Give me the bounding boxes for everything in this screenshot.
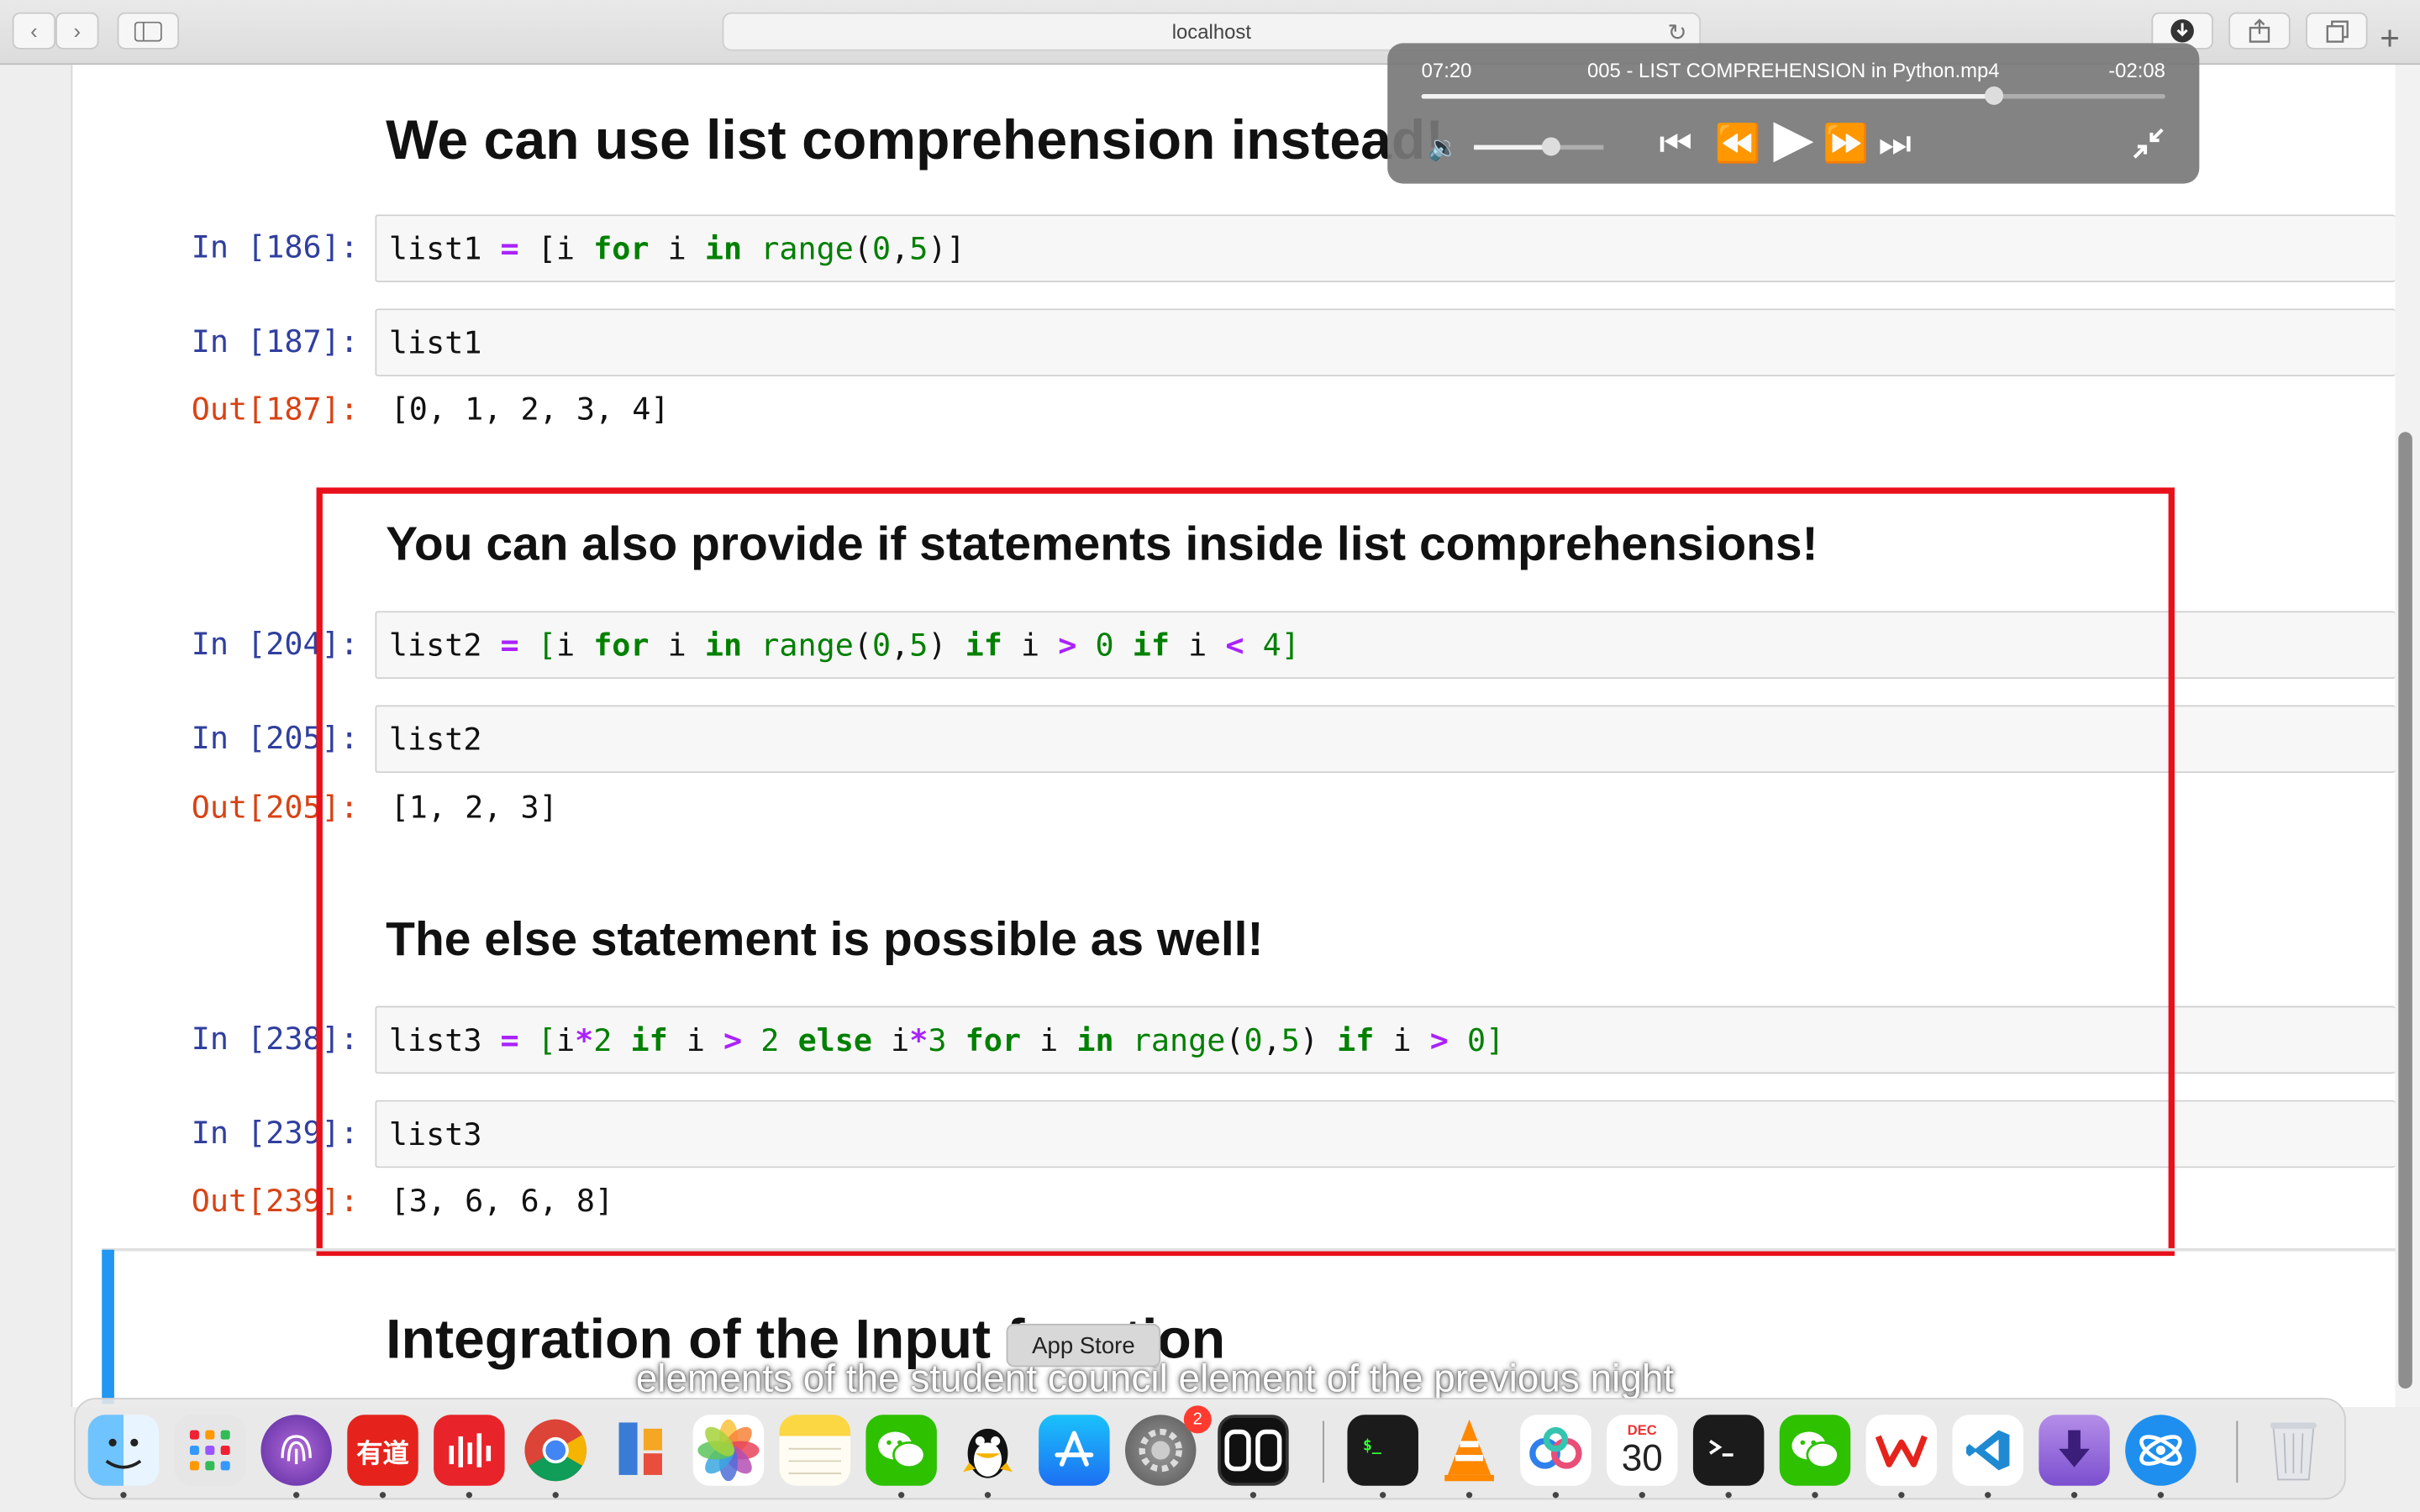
- running-indicator: [1639, 1492, 1645, 1499]
- address-text: localhost: [1171, 19, 1251, 44]
- running-indicator: [1552, 1492, 1560, 1499]
- volume-knob[interactable]: [1542, 137, 1561, 156]
- terminal-icon[interactable]: $_: [1347, 1415, 1418, 1486]
- rewind-icon[interactable]: ⏪: [1715, 120, 1761, 170]
- tabs-button[interactable]: [2306, 12, 2368, 50]
- running-indicator: [2157, 1492, 2165, 1499]
- elapsed-time: 07:20: [1421, 58, 1472, 82]
- scrollbar-thumb[interactable]: [2398, 432, 2412, 1389]
- vlc-icon[interactable]: [1434, 1415, 1504, 1485]
- code-cell-186[interactable]: list1 = [i for i in range(0,5)]: [375, 214, 2396, 283]
- tabs-icon: [2325, 19, 2348, 42]
- skip-back-icon[interactable]: ⏮: [1659, 120, 1692, 170]
- vscode-icon[interactable]: [1952, 1415, 2023, 1486]
- back-button[interactable]: ‹: [12, 12, 56, 50]
- youdao-icon[interactable]: 有道: [347, 1415, 418, 1486]
- dock-separator: [2236, 1420, 2238, 1483]
- dock: 有道 2 $_ DEC 30: [74, 1398, 2346, 1500]
- running-indicator: [897, 1492, 905, 1499]
- running-indicator: [1465, 1492, 1473, 1499]
- volume-icon[interactable]: 🔉: [1428, 133, 1459, 164]
- notes-icon[interactable]: [779, 1415, 851, 1486]
- progress-knob[interactable]: [1985, 86, 2004, 105]
- downloader-icon[interactable]: [2039, 1415, 2110, 1486]
- chevron-right-icon: ›: [73, 18, 82, 44]
- wps-icon[interactable]: [1865, 1415, 1938, 1486]
- progress-fill: [1421, 94, 1995, 99]
- cell-divider: [102, 1247, 2396, 1252]
- notification-badge: 2: [1183, 1405, 1212, 1434]
- dock-tooltip: App Store: [1006, 1323, 1161, 1368]
- running-indicator: [2070, 1492, 2078, 1499]
- calendar-day: 30: [1621, 1436, 1663, 1479]
- running-indicator: [466, 1492, 473, 1499]
- download-icon: [2170, 18, 2194, 43]
- sidebar-icon: [134, 20, 162, 41]
- dock-separator: [1323, 1420, 1324, 1483]
- running-indicator: [120, 1492, 127, 1499]
- prompt-in-186: In [186]:: [191, 228, 359, 265]
- remaining-time: -02:08: [2108, 58, 2165, 82]
- running-indicator: [1985, 1492, 1991, 1499]
- svg-text:$_: $_: [1363, 1437, 1382, 1455]
- chevron-left-icon: ‹: [30, 18, 38, 44]
- qq-icon[interactable]: [952, 1415, 1023, 1485]
- heading-list-comprehension: We can use list comprehension instead!: [386, 108, 1444, 171]
- running-indicator: [1380, 1492, 1386, 1499]
- forward-button[interactable]: ›: [55, 12, 99, 50]
- volume-slider[interactable]: [1474, 137, 1604, 156]
- calendar-month: DEC: [1627, 1421, 1657, 1437]
- output-187: [0, 1, 2, 3, 4]: [390, 390, 670, 428]
- video-title: 005 - LIST COMPREHENSION in Python.mp4: [1586, 58, 2000, 82]
- prompt-in-187: In [187]:: [191, 322, 359, 360]
- prompt-out-187: Out[187]:: [191, 390, 359, 428]
- reload-icon[interactable]: ↻: [1667, 18, 1686, 46]
- selected-cell-indicator: [102, 1249, 114, 1404]
- screen: ‹ › localhost ↻ + We can use list compre…: [0, 0, 2420, 1512]
- running-indicator: [292, 1492, 300, 1499]
- code-cell-187[interactable]: list1: [375, 308, 2396, 377]
- exit-fullscreen-icon[interactable]: [2132, 127, 2165, 170]
- running-indicator: [1812, 1492, 1818, 1499]
- sidebar-button[interactable]: [117, 12, 180, 50]
- calendar-icon[interactable]: DEC 30: [1607, 1415, 1678, 1486]
- share-icon: [2249, 18, 2270, 43]
- running-indicator: [552, 1492, 559, 1499]
- running-indicator: [379, 1492, 387, 1499]
- running-indicator: [1898, 1492, 1905, 1499]
- wechat-icon[interactable]: [865, 1415, 937, 1486]
- highlight-rectangle: [316, 487, 2175, 1257]
- baidu-netdisk-icon[interactable]: [1520, 1415, 1591, 1486]
- skip-forward-icon[interactable]: ⏭: [1878, 120, 1912, 170]
- play-icon[interactable]: ▶: [1773, 113, 1813, 165]
- audio-app-icon[interactable]: [434, 1415, 505, 1486]
- running-indicator: [1725, 1492, 1732, 1499]
- wechat-work-icon[interactable]: [1779, 1415, 1851, 1486]
- running-indicator: [984, 1492, 992, 1499]
- app-store-icon[interactable]: [1039, 1415, 1110, 1486]
- iterm-icon[interactable]: [1692, 1415, 1765, 1486]
- clock-app-icon[interactable]: [1218, 1415, 1289, 1486]
- trash-icon[interactable]: [2258, 1415, 2328, 1485]
- chrome-icon[interactable]: [520, 1415, 591, 1485]
- browser-app-icon[interactable]: [2125, 1415, 2196, 1486]
- finder-icon[interactable]: [87, 1415, 160, 1486]
- launchpad-icon[interactable]: [174, 1415, 246, 1486]
- fast-forward-icon[interactable]: ⏩: [1823, 120, 1869, 170]
- volume-fill: [1474, 144, 1552, 150]
- running-indicator: [1249, 1492, 1257, 1499]
- new-tab-button[interactable]: +: [2380, 21, 2400, 55]
- share-button[interactable]: [2228, 12, 2291, 50]
- photos-icon[interactable]: [692, 1415, 765, 1486]
- progress-bar[interactable]: [1421, 86, 2165, 105]
- video-player-overlay: 005 - LIST COMPREHENSION in Python.mp4 0…: [1387, 43, 2200, 184]
- fingerprint-app-icon[interactable]: [260, 1415, 332, 1486]
- bookmark-app-icon[interactable]: [607, 1415, 677, 1485]
